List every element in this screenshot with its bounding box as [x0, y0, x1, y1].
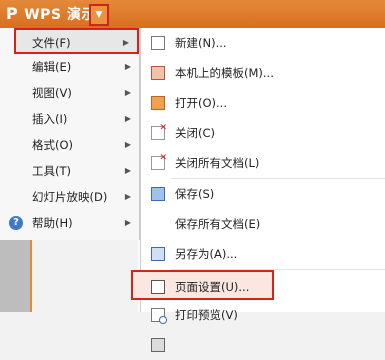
app-title: WPS 演示 — [24, 7, 96, 23]
menu-item-save-all[interactable]: 保存所有文档(E) — [141, 209, 385, 239]
submenu-arrow-icon: ▶ — [124, 166, 131, 175]
menu-item-tools[interactable]: 工具(T) ▶ — [0, 158, 139, 184]
submenu-arrow-icon: ▶ — [122, 38, 129, 47]
menu-item-label: 文件(F) — [32, 36, 71, 50]
submenu-arrow-icon: ▶ — [124, 140, 131, 149]
template-icon — [151, 66, 165, 80]
menu-item-label: 视图(V) — [32, 86, 72, 100]
help-icon: ? — [9, 216, 23, 230]
menu-item-label: 帮助(H) — [32, 216, 73, 230]
submenu-arrow-icon: ▶ — [124, 192, 131, 201]
menu-item-new[interactable]: 新建(N)... — [141, 28, 385, 58]
menu-item-edit[interactable]: 编辑(E) ▶ — [0, 54, 139, 80]
new-document-icon — [151, 36, 165, 50]
menu-item-label: 另存为(A)... — [175, 247, 238, 261]
file-submenu: 新建(N)... 本机上的模板(M)... 打开(O)... 关闭(C) 关闭所… — [131, 28, 385, 352]
menu-item-print-preview[interactable]: 打印预览(V) — [141, 300, 385, 330]
main-menu: 文件(F) ▶ 编辑(E) ▶ 视图(V) ▶ 插入(I) ▶ 格式(O) ▶ … — [0, 28, 140, 240]
menu-item-label: 新建(N)... — [175, 36, 227, 50]
menu-item-label: 幻灯片放映(D) — [32, 190, 108, 204]
menu-item-save-as[interactable]: 另存为(A)... — [141, 239, 385, 269]
app-menu-dropdown-button[interactable]: ▼ — [89, 4, 109, 26]
menu-item-label: 打开(O)... — [175, 96, 227, 110]
save-icon — [151, 187, 165, 201]
menu-item-label: 保存(S) — [175, 187, 215, 201]
chevron-down-icon: ▼ — [95, 10, 103, 20]
wps-logo-icon: P — [6, 4, 19, 23]
page-setup-icon — [151, 280, 165, 294]
menu-item-view[interactable]: 视图(V) ▶ — [0, 80, 139, 106]
menu-item-label: 关闭所有文档(L) — [175, 156, 260, 170]
menu-item-close-all[interactable]: 关闭所有文档(L) — [141, 143, 385, 178]
menu-item-help[interactable]: ? 帮助(H) ▶ — [0, 210, 139, 236]
document-edge-line — [30, 240, 32, 312]
menu-item-local-templates[interactable]: 本机上的模板(M)... — [141, 58, 385, 88]
menu-item-close[interactable]: 关闭(C) — [141, 113, 385, 148]
menu-item-save[interactable]: 保存(S) — [141, 179, 385, 209]
print-preview-icon — [151, 308, 167, 324]
menu-item-file[interactable]: 文件(F) ▶ — [14, 28, 139, 54]
submenu-arrow-icon: ▶ — [124, 62, 131, 71]
submenu-arrow-icon: ▶ — [124, 218, 131, 227]
print-icon — [151, 338, 165, 352]
menu-item-open[interactable]: 打开(O)... — [141, 88, 385, 118]
save-as-icon — [151, 247, 165, 261]
menu-item-label: 工具(T) — [32, 164, 71, 178]
menu-item-page-setup[interactable]: 页面设置(U)... — [131, 270, 274, 300]
menu-item-label: 本机上的模板(M)... — [175, 66, 274, 80]
menu-item-insert[interactable]: 插入(I) ▶ — [0, 106, 139, 132]
menu-item-label: 编辑(E) — [32, 60, 72, 74]
open-folder-icon — [151, 96, 165, 110]
app-logo[interactable]: P WPS 演示 — [6, 3, 96, 26]
submenu-arrow-icon: ▶ — [124, 114, 131, 123]
menu-item-format[interactable]: 格式(O) ▶ — [0, 132, 139, 158]
close-all-icon — [151, 143, 167, 173]
menu-item-label: 关闭(C) — [175, 126, 216, 140]
title-bar: P WPS 演示 ▼ — [0, 0, 385, 28]
menu-item-label: 插入(I) — [32, 112, 68, 126]
menu-item-slideshow[interactable]: 幻灯片放映(D) ▶ — [0, 184, 139, 210]
menu-item-print-partial[interactable] — [141, 330, 385, 360]
close-document-icon — [151, 113, 167, 143]
menu-item-label: 打印预览(V) — [175, 308, 238, 322]
submenu-arrow-icon: ▶ — [124, 88, 131, 97]
menu-item-label: 格式(O) — [32, 138, 74, 152]
menu-item-label: 保存所有文档(E) — [175, 217, 261, 231]
menu-item-label: 页面设置(U)... — [175, 280, 250, 294]
